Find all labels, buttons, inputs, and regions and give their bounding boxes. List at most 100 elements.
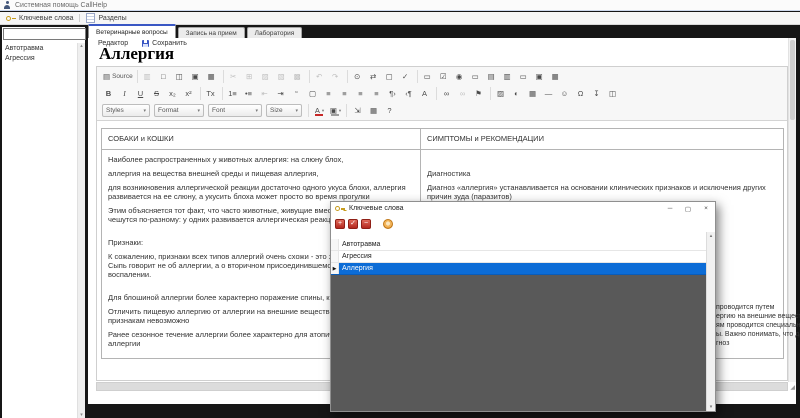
div-button[interactable]: ▢ xyxy=(306,87,321,100)
align-center-button[interactable]: ≡ xyxy=(338,87,353,100)
numbered-list-button[interactable]: 1≡ xyxy=(226,87,241,100)
scroll-down-icon[interactable]: ▾ xyxy=(710,404,713,410)
scroll-up-icon[interactable]: ▴ xyxy=(710,233,713,239)
button-glyph: ⚑ xyxy=(475,89,482,98)
font-dropdown[interactable]: Font ▾ xyxy=(208,104,262,117)
select-field-button[interactable]: ▥ xyxy=(501,70,516,83)
toolbar-group: B I U S x₂ x² xyxy=(99,87,200,100)
close-button[interactable]: × xyxy=(697,202,715,215)
replace-button[interactable]: ⇄ xyxy=(367,70,382,83)
anchor-button[interactable]: ⚑ xyxy=(472,87,487,100)
add-keyword-button[interactable]: + xyxy=(335,218,345,229)
smiley-button[interactable]: ☺ xyxy=(558,87,573,100)
dialog-titlebar[interactable]: Ключевые слова ─ ▢ × xyxy=(331,202,715,215)
keyword-label: Агрессия xyxy=(342,253,372,260)
redo-button[interactable]: ↷ xyxy=(329,70,344,83)
bidi-ltr-button[interactable]: ¶› xyxy=(386,87,401,100)
align-right-button[interactable]: ≡ xyxy=(354,87,369,100)
bidi-rtl-button[interactable]: ‹¶ xyxy=(402,87,417,100)
undo-button[interactable]: ↶ xyxy=(313,70,328,83)
form-button[interactable]: ▭ xyxy=(421,70,436,83)
iframe-button[interactable]: ◫ xyxy=(606,87,621,100)
sidebar-item[interactable]: Автотравма xyxy=(2,43,77,53)
unlink-button[interactable]: ∞ xyxy=(456,87,471,100)
language-button[interactable]: A xyxy=(418,87,433,100)
paragraph: для возникновения аллергической реакции … xyxy=(108,183,406,201)
styles-dropdown[interactable]: Styles ▾ xyxy=(102,104,150,117)
horizontal-rule-button[interactable]: ― xyxy=(542,87,557,100)
paste-word-button[interactable]: ▩ xyxy=(291,70,306,83)
new-page-button[interactable]: □ xyxy=(157,70,172,83)
select-all-button[interactable]: ▢ xyxy=(383,70,398,83)
image-button-button[interactable]: ▣ xyxy=(533,70,548,83)
find-button[interactable]: ⊙ xyxy=(351,70,366,83)
keyword-row[interactable]: Агрессия xyxy=(331,251,706,263)
strike-button[interactable]: S xyxy=(150,87,165,100)
preview-button[interactable]: ◫ xyxy=(173,70,188,83)
refresh-button[interactable] xyxy=(383,218,393,229)
text-color-button[interactable]: A ▾ xyxy=(312,104,327,117)
templates-button[interactable]: ▦ xyxy=(205,70,220,83)
toolbar-group: ∞ ∞ ⚑ xyxy=(436,87,490,100)
italic-button[interactable]: I xyxy=(118,87,133,100)
edit-keyword-button[interactable]: ✓ xyxy=(348,218,358,229)
tab-laboratory[interactable]: Лаборатория xyxy=(246,27,303,38)
underline-button[interactable]: U xyxy=(134,87,149,100)
background-color-button[interactable]: ▣ ▾ xyxy=(328,104,343,117)
button-glyph: ∞ xyxy=(459,89,466,98)
bulleted-list-button[interactable]: •≡ xyxy=(242,87,257,100)
sidebar-scrollbar[interactable]: ▴ ▾ xyxy=(77,43,85,418)
align-left-button[interactable]: ≡ xyxy=(322,87,337,100)
table-button[interactable]: ▦ xyxy=(526,87,541,100)
textarea-button[interactable]: ▤ xyxy=(485,70,500,83)
copy-button[interactable]: ⊞ xyxy=(243,70,258,83)
tab-appointment[interactable]: Запись на прием xyxy=(177,27,245,38)
bold-button[interactable]: B xyxy=(102,87,117,100)
remove-format-button[interactable]: Tx xyxy=(204,87,219,100)
subscript-button[interactable]: x₂ xyxy=(166,87,181,100)
scrollbar-thumb[interactable] xyxy=(790,40,795,120)
source-button[interactable]: ▤ Source xyxy=(102,70,134,83)
superscript-button[interactable]: x² xyxy=(182,87,197,100)
minimize-button[interactable]: ─ xyxy=(661,202,679,215)
spell-check-button[interactable]: ✓ xyxy=(399,70,414,83)
sections-button[interactable]: Разделы xyxy=(80,12,132,24)
print-button[interactable]: ▣ xyxy=(189,70,204,83)
blockquote-button[interactable]: “ xyxy=(290,87,305,100)
keywords-button[interactable]: Ключевые слова xyxy=(0,12,79,24)
paste-button[interactable]: ▨ xyxy=(259,70,274,83)
checkbox-button[interactable]: ☑ xyxy=(437,70,452,83)
scroll-down-icon[interactable]: ▾ xyxy=(80,412,83,418)
image-button[interactable]: ▨ xyxy=(494,87,509,100)
text-field-button[interactable]: ▭ xyxy=(469,70,484,83)
special-char-button[interactable]: Ω xyxy=(574,87,589,100)
about-button[interactable]: ? xyxy=(382,104,397,117)
keyword-row[interactable]: Аллергия xyxy=(331,263,706,275)
dialog-scrollbar[interactable]: ▴ ▾ xyxy=(706,232,715,411)
hidden-field-button[interactable]: ▦ xyxy=(549,70,564,83)
sidebar-item[interactable]: Агрессия xyxy=(2,53,77,63)
outdent-button[interactable]: ⇤ xyxy=(258,87,273,100)
paste-text-button[interactable]: ▧ xyxy=(275,70,290,83)
save-button[interactable]: ▥ xyxy=(141,70,156,83)
tab-veterinary-questions[interactable]: Ветеринарные вопросы xyxy=(88,24,176,38)
keyword-search-input[interactable] xyxy=(3,28,86,40)
radio-button[interactable]: ◉ xyxy=(453,70,468,83)
justify-button[interactable]: ≡ xyxy=(370,87,385,100)
format-dropdown[interactable]: Format ▾ xyxy=(154,104,204,117)
button-field-button[interactable]: ▭ xyxy=(517,70,532,83)
indent-button[interactable]: ⇥ xyxy=(274,87,289,100)
link-button[interactable]: ∞ xyxy=(440,87,455,100)
flash-button[interactable]: ◐ xyxy=(510,87,525,100)
delete-keyword-button[interactable]: − xyxy=(361,218,371,229)
page-break-button[interactable]: ↧ xyxy=(590,87,605,100)
button-glyph: x² xyxy=(185,89,192,98)
resize-grip-icon[interactable]: ◢ xyxy=(790,384,795,391)
show-blocks-button[interactable]: ▦ xyxy=(366,104,381,117)
size-dropdown[interactable]: Size ▾ xyxy=(266,104,302,117)
maximize-button[interactable]: ⇲ xyxy=(350,104,365,117)
scroll-up-icon[interactable]: ▴ xyxy=(80,43,83,49)
maximize-button[interactable]: ▢ xyxy=(679,202,697,215)
keyword-row[interactable]: Автотравма xyxy=(331,239,706,251)
cut-button[interactable]: ✂ xyxy=(227,70,242,83)
